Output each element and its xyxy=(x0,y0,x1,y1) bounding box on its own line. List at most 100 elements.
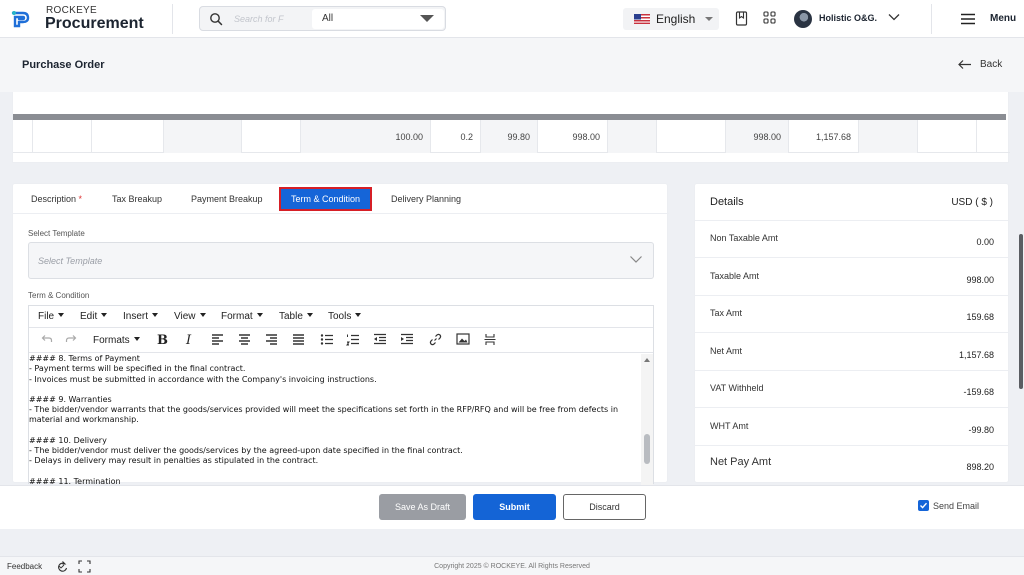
page-scrollbar-thumb[interactable] xyxy=(1019,234,1023,389)
detail-row-net: Net Amt 1,157.68 xyxy=(695,334,1008,371)
table-cell xyxy=(92,120,164,153)
table-cell xyxy=(657,120,726,153)
us-flag-icon xyxy=(634,14,650,24)
formats-dropdown[interactable]: Formats xyxy=(93,335,140,346)
redo-icon[interactable] xyxy=(65,333,77,345)
tab-description[interactable]: Description * xyxy=(31,194,82,204)
menu-table[interactable]: Table xyxy=(279,311,313,322)
scroll-thumb[interactable] xyxy=(644,434,650,464)
detail-value: 898.20 xyxy=(966,462,994,472)
content-line: #### 10. Delivery xyxy=(29,435,107,445)
detail-value: 0.00 xyxy=(976,237,994,247)
search-input[interactable] xyxy=(234,11,304,27)
table-cell xyxy=(33,120,92,153)
numbered-list-icon[interactable] xyxy=(346,333,360,346)
send-email-checkbox[interactable] xyxy=(918,500,929,511)
back-link[interactable]: Back xyxy=(980,59,1002,70)
content-line: - The bidder/vendor must deliver the goo… xyxy=(29,446,463,456)
divider xyxy=(172,4,173,34)
menu-label[interactable]: Menu xyxy=(990,13,1016,24)
user-avatar[interactable] xyxy=(794,10,812,28)
user-name[interactable]: Holistic O&G. xyxy=(819,13,877,23)
menu-view[interactable]: View xyxy=(174,311,206,322)
search-icon[interactable] xyxy=(209,12,223,26)
arrow-left-icon[interactable] xyxy=(957,59,972,70)
detail-value: 1,157.68 xyxy=(958,350,994,360)
save-as-draft-button[interactable]: Save As Draft xyxy=(379,494,466,520)
align-center-icon[interactable] xyxy=(238,333,251,346)
align-justify-icon[interactable] xyxy=(292,333,305,346)
page-header: Purchase Order Back xyxy=(0,38,1024,92)
caret-down-icon xyxy=(420,15,434,22)
link-icon[interactable] xyxy=(429,333,442,346)
table-cell xyxy=(859,120,918,153)
bold-button[interactable]: B xyxy=(157,333,168,348)
top-navigation-bar: ROCKEYE Procurement All English Holistic… xyxy=(0,0,1024,38)
checkmark-icon xyxy=(920,502,928,509)
discard-button[interactable]: Discard xyxy=(563,494,646,520)
bookmark-icon[interactable] xyxy=(735,11,748,26)
chevron-down-icon[interactable] xyxy=(887,12,901,22)
send-email-label[interactable]: Send Email xyxy=(933,501,979,511)
content-line: material and workmanship. xyxy=(29,415,139,425)
scroll-up-arrow-icon[interactable] xyxy=(644,358,650,362)
chevron-down-icon xyxy=(629,255,643,264)
tab-label: Description xyxy=(31,194,77,204)
menu-format[interactable]: Format xyxy=(221,311,263,322)
tab-payment-breakup[interactable]: Payment Breakup xyxy=(191,194,263,204)
menu-insert[interactable]: Insert xyxy=(123,311,158,322)
image-icon[interactable] xyxy=(456,333,470,345)
table-cell: 99.80 xyxy=(481,120,538,153)
detail-value: 998.00 xyxy=(966,275,994,285)
table-cell xyxy=(977,120,1008,153)
table-cell xyxy=(608,120,657,153)
paragraph: #### 11. Termination xyxy=(29,477,641,485)
page-title: Purchase Order xyxy=(22,59,105,71)
search-scope-value: All xyxy=(322,13,334,24)
table-cell xyxy=(242,120,301,153)
detail-label: Tax Amt xyxy=(710,308,743,318)
form-action-bar: Save As Draft Submit Discard Send Email xyxy=(0,485,1024,529)
submit-button[interactable]: Submit xyxy=(473,494,556,520)
details-header: Details USD ( $ ) xyxy=(695,184,1008,221)
content-line: #### 9. Warranties xyxy=(29,394,112,404)
align-left-icon[interactable] xyxy=(211,333,224,346)
rockeye-logo-icon[interactable] xyxy=(10,9,32,29)
items-table: 100.00 0.2 99.80 998.00 998.00 1,157.68 xyxy=(12,92,1010,163)
bullet-list-icon[interactable] xyxy=(320,333,334,346)
editor-scrollbar[interactable] xyxy=(641,354,653,485)
indent-icon[interactable] xyxy=(400,333,414,346)
tab-term-and-condition[interactable]: Term & Condition xyxy=(278,187,373,211)
language-selector[interactable]: English xyxy=(623,8,719,30)
tab-delivery-planning[interactable]: Delivery Planning xyxy=(391,194,461,204)
menu-tools[interactable]: Tools xyxy=(328,311,361,322)
brand-title: Procurement xyxy=(45,15,144,32)
menu-file[interactable]: File xyxy=(38,311,64,322)
detail-row-net-pay: Net Pay Amt 898.20 xyxy=(695,446,1008,482)
detail-value: -99.80 xyxy=(968,425,994,435)
detail-label: Non Taxable Amt xyxy=(710,233,778,243)
editor-toolbar: Formats B I xyxy=(29,329,653,353)
align-right-icon[interactable] xyxy=(265,333,278,346)
table-cell xyxy=(918,120,977,153)
search-scope-select[interactable]: All xyxy=(312,9,444,29)
content-line: - Invoices must be submitted in accordan… xyxy=(29,374,377,384)
editor-content[interactable]: #### 8. Terms of Payment - Payment terms … xyxy=(29,354,641,485)
outdent-icon[interactable] xyxy=(373,333,387,346)
detail-row-vat-withheld: VAT Withheld -159.68 xyxy=(695,371,1008,408)
apps-grid-icon[interactable] xyxy=(763,11,776,24)
italic-button[interactable]: I xyxy=(186,333,191,348)
details-title: Details xyxy=(710,196,744,208)
detail-row-wht: WHT Amt -99.80 xyxy=(695,409,1008,446)
table-cell: 0.2 xyxy=(431,120,481,153)
undo-icon[interactable] xyxy=(41,333,53,345)
hamburger-menu-icon[interactable] xyxy=(960,13,976,25)
detail-row-taxable: Taxable Amt 998.00 xyxy=(695,259,1008,296)
page-break-icon[interactable] xyxy=(484,333,496,346)
content-line: #### 8. Terms of Payment xyxy=(29,354,140,363)
select-template-dropdown[interactable]: Select Template xyxy=(28,242,654,279)
caret-down-icon xyxy=(705,17,713,21)
tab-tax-breakup[interactable]: Tax Breakup xyxy=(112,194,162,204)
menu-edit[interactable]: Edit xyxy=(80,311,107,322)
editor-menubar: File Edit Insert View Format Table Tools xyxy=(29,306,653,328)
